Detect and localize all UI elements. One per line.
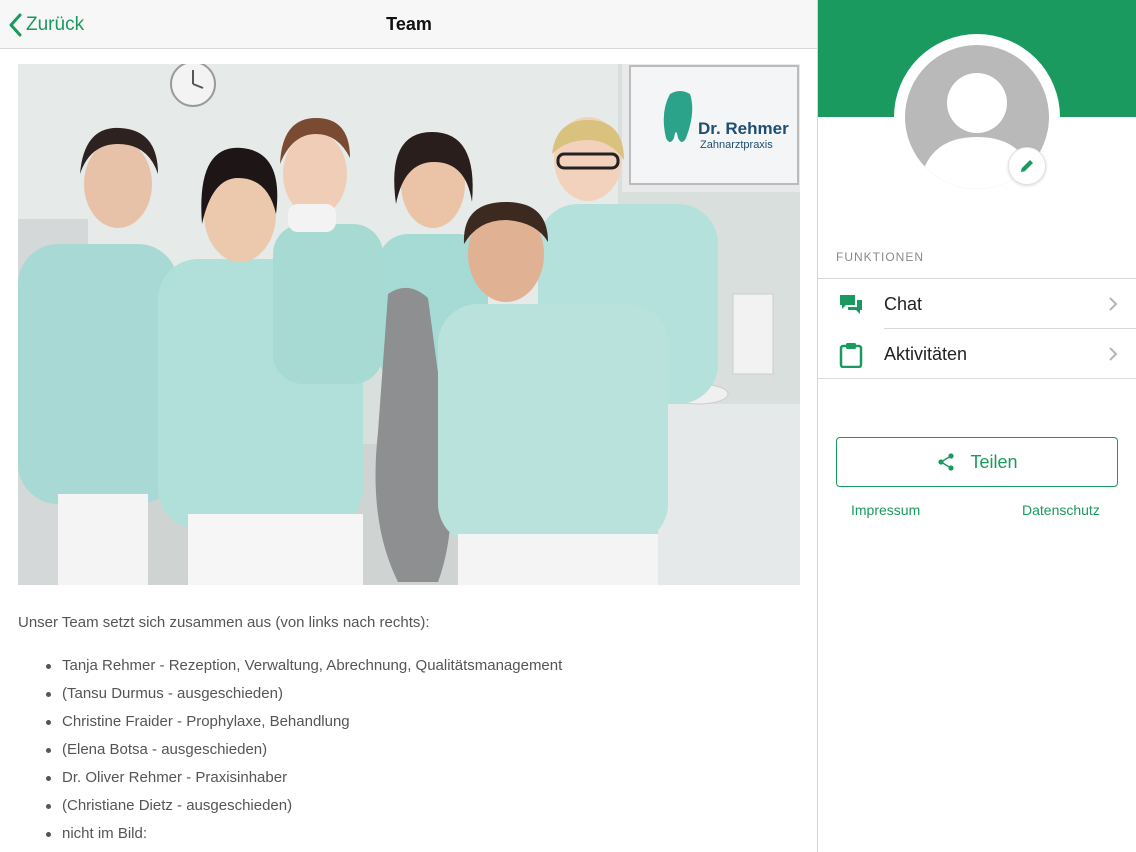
main-panel: Zurück Team Dr. Rehmer Zahnarztpraxis Un…: [0, 0, 818, 852]
practice-sign-title: Dr. Rehmer: [698, 119, 789, 138]
menu-item-label: Aktivitäten: [884, 344, 968, 364]
menu-item-chat[interactable]: Chat: [818, 279, 1136, 329]
share-label: Teilen: [970, 451, 1018, 472]
list-item: Tanja Rehmer - Rezeption, Verwaltung, Ab…: [44, 656, 562, 684]
menu-item-activities[interactable]: Aktivitäten: [818, 329, 1136, 379]
chevron-right-icon: [1109, 347, 1118, 361]
team-member-list: Tanja Rehmer - Rezeption, Verwaltung, Ab…: [44, 656, 562, 852]
list-item: (Elena Botsa - ausgeschieden): [44, 740, 562, 768]
page-title: Team: [386, 14, 432, 34]
sidebar: FUNKTIONEN Chat Aktivitäten Teilen Impre…: [818, 0, 1136, 852]
share-button[interactable]: Teilen: [836, 437, 1118, 487]
team-intro-text: Unser Team setzt sich zusammen aus (von …: [18, 614, 430, 631]
list-item: (Christiane Dietz - ausgeschieden): [44, 796, 562, 824]
list-item: (Tansu Durmus - ausgeschieden): [44, 684, 562, 712]
imprint-link[interactable]: Impressum: [851, 502, 920, 518]
menu-item-label: Chat: [884, 294, 923, 314]
privacy-link[interactable]: Datenschutz: [1022, 502, 1100, 518]
list-item: Christine Fraider - Prophylaxe, Behandlu…: [44, 712, 562, 740]
list-item: nicht im Bild:: [44, 824, 562, 852]
pencil-icon: [1021, 160, 1033, 172]
list-item: Dr. Oliver Rehmer - Praxisinhaber: [44, 768, 562, 796]
team-photo: Dr. Rehmer Zahnarztpraxis: [18, 64, 800, 585]
chat-icon: [840, 295, 862, 314]
clipboard-icon: [839, 343, 863, 368]
divider: [818, 378, 1136, 379]
chevron-right-icon: [1109, 297, 1118, 311]
share-icon: [938, 453, 955, 471]
section-label-functions: FUNKTIONEN: [836, 250, 924, 264]
navigation-bar: Zurück Team: [0, 0, 818, 49]
edit-avatar-button[interactable]: [1008, 147, 1046, 185]
practice-sign-subtitle: Zahnarztpraxis: [700, 139, 773, 151]
